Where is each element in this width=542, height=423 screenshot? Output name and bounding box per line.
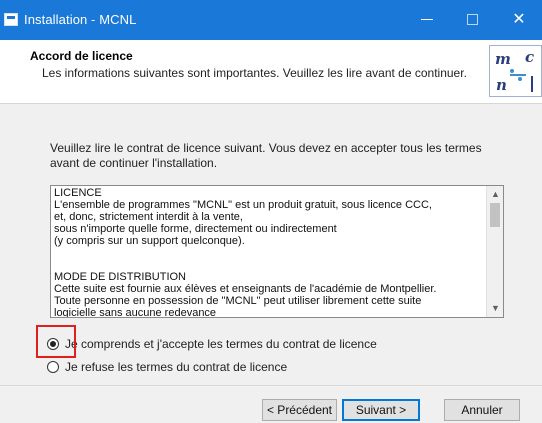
refuse-radio[interactable] <box>47 361 59 373</box>
minimize-icon <box>421 19 433 20</box>
license-line: MODE DE DISTRIBUTION <box>54 271 187 283</box>
highlight-box <box>36 325 76 358</box>
cancel-button[interactable]: Annuler <box>444 399 520 421</box>
page-header: Accord de licence Les informations suiva… <box>0 40 542 104</box>
license-text-box[interactable]: LICENCE L'ensemble de programmes "MCNL" e… <box>50 185 504 318</box>
accept-radio-label[interactable]: Je comprends et j'accepte les termes du … <box>65 337 377 351</box>
page-title: Accord de licence <box>30 49 133 63</box>
svg-text:n: n <box>496 76 507 94</box>
license-line: Toute personne en possession de "MCNL" p… <box>54 295 422 307</box>
page-subtitle: Les informations suivantes sont importan… <box>42 66 467 80</box>
installer-icon <box>4 13 18 26</box>
license-line <box>54 247 482 259</box>
accept-license-option[interactable]: Je comprends et j'accepte les termes du … <box>47 336 377 352</box>
installer-window: Installation - MCNL ✕ Accord de licence … <box>0 0 542 423</box>
license-line: L'ensemble de programmes "MCNL" est un p… <box>54 199 432 211</box>
title-bar[interactable]: Installation - MCNL ✕ <box>0 0 542 40</box>
footer-divider <box>0 385 542 386</box>
next-button[interactable]: Suivant > <box>342 399 420 421</box>
scroll-up-icon[interactable]: ▲ <box>487 186 503 203</box>
previous-button[interactable]: < Précédent <box>262 399 337 421</box>
license-scrollbar[interactable]: ▲ ▼ <box>486 186 503 317</box>
scroll-thumb[interactable] <box>490 203 500 227</box>
svg-text:m: m <box>495 50 511 68</box>
close-icon: ✕ <box>512 11 526 28</box>
license-line: sous n'importe quelle forme, directement… <box>54 223 337 235</box>
license-line: LICENCE <box>54 187 102 199</box>
refuse-radio-label[interactable]: Je refuse les termes du contrat de licen… <box>65 360 287 374</box>
license-text: LICENCE L'ensemble de programmes "MCNL" e… <box>54 187 482 318</box>
refuse-license-option[interactable]: Je refuse les termes du contrat de licen… <box>47 359 287 375</box>
window-title: Installation - MCNL <box>24 12 137 27</box>
license-intro: Veuillez lire le contrat de licence suiv… <box>50 141 482 170</box>
maximize-button[interactable] <box>450 0 496 40</box>
mcnl-logo: m c n <box>489 45 542 97</box>
license-line: Cette suite est fournie aux élèves et en… <box>54 283 437 295</box>
license-line <box>54 259 482 271</box>
license-line: logicielle sans aucune redevance <box>54 307 217 318</box>
license-line: (y compris sur un support quelconque). <box>54 235 245 247</box>
minimize-button[interactable] <box>404 0 450 40</box>
license-line: et, donc, strictement interdit à la vent… <box>54 211 243 223</box>
maximize-icon <box>467 14 478 25</box>
svg-text:c: c <box>525 48 534 66</box>
close-button[interactable]: ✕ <box>496 0 542 40</box>
scroll-down-icon[interactable]: ▼ <box>487 300 503 317</box>
